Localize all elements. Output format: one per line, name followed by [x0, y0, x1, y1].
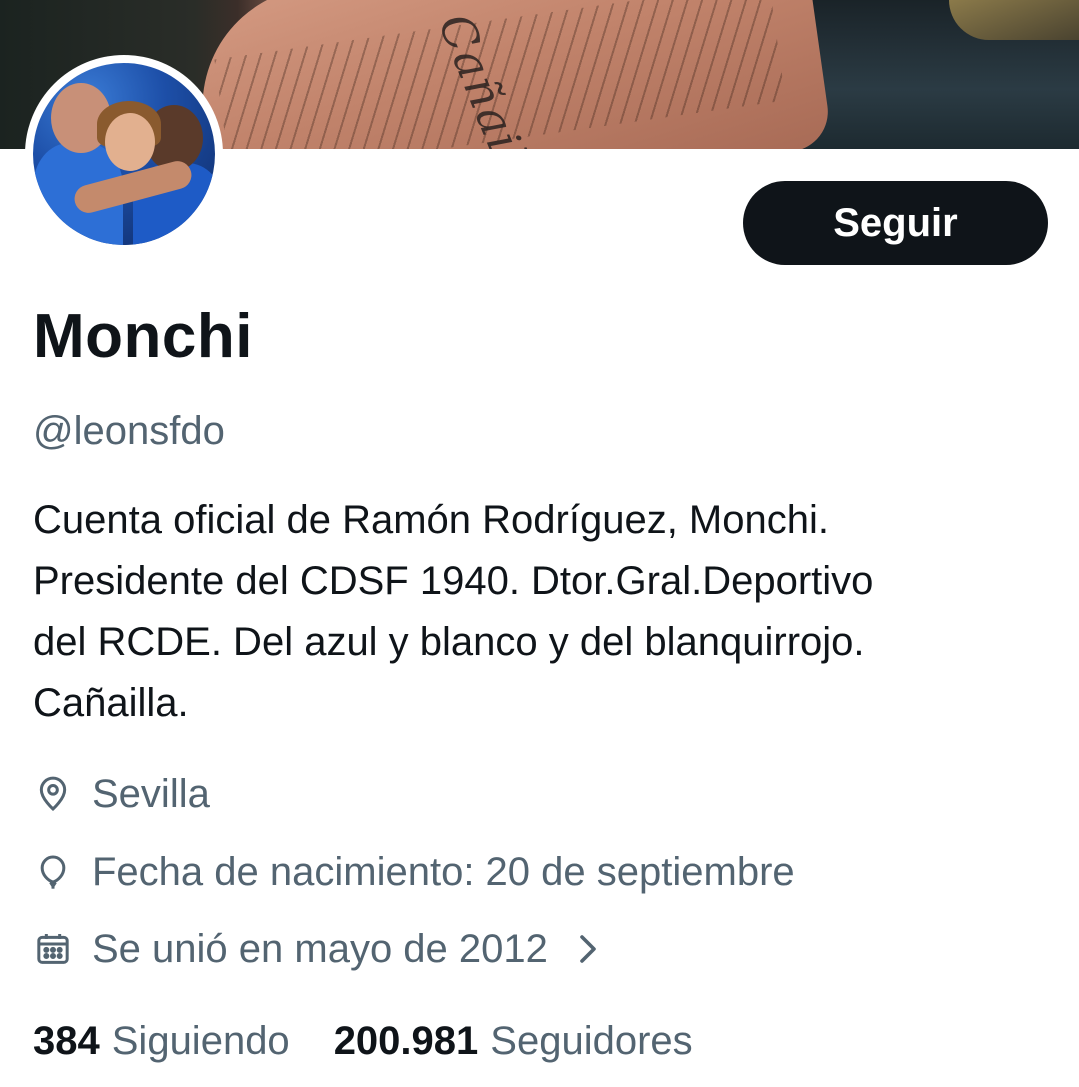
avatar-photo [33, 63, 215, 245]
follow-button[interactable]: Seguir [743, 181, 1048, 265]
location-text: Sevilla [92, 771, 210, 816]
followers-link[interactable]: 200.981 Seguidores [334, 1013, 693, 1069]
following-count: 384 [33, 1019, 100, 1063]
birth-text: Fecha de nacimiento: 20 de septiembre [92, 849, 795, 894]
profile-handle: @leonsfdo [33, 409, 225, 453]
banner-rock [949, 0, 1079, 40]
balloon-icon [33, 852, 73, 892]
followers-count: 200.981 [333, 1019, 479, 1063]
profile-name: Monchi [33, 302, 253, 371]
location-row: Sevilla [33, 766, 210, 822]
joined-row[interactable]: Se unió en mayo de 2012 [33, 921, 600, 977]
chevron-right-icon[interactable] [576, 931, 600, 967]
bio-line: del RCDE. Del azul y blanco y del blanqu… [33, 620, 865, 664]
follow-stats: 384 Siguiendo 200.981 Seguidores [33, 1013, 693, 1069]
following-link[interactable]: 384 Siguiendo [33, 1013, 290, 1069]
location-pin-icon [33, 774, 73, 814]
bio-line: Cañailla. [33, 681, 189, 725]
calendar-icon [33, 929, 73, 969]
bio-line: Presidente del CDSF 1940. Dtor.Gral.Depo… [33, 559, 874, 603]
followers-label: Seguidores [490, 1019, 693, 1063]
avatar[interactable] [25, 55, 223, 253]
profile-bio: Cuenta oficial de Ramón Rodríguez, Monch… [33, 490, 1063, 734]
birth-row: Fecha de nacimiento: 20 de septiembre [33, 844, 795, 900]
following-label: Siguiendo [111, 1019, 290, 1063]
bio-line: Cuenta oficial de Ramón Rodríguez, Monch… [33, 498, 829, 542]
joined-text: Se unió en mayo de 2012 [92, 926, 548, 971]
